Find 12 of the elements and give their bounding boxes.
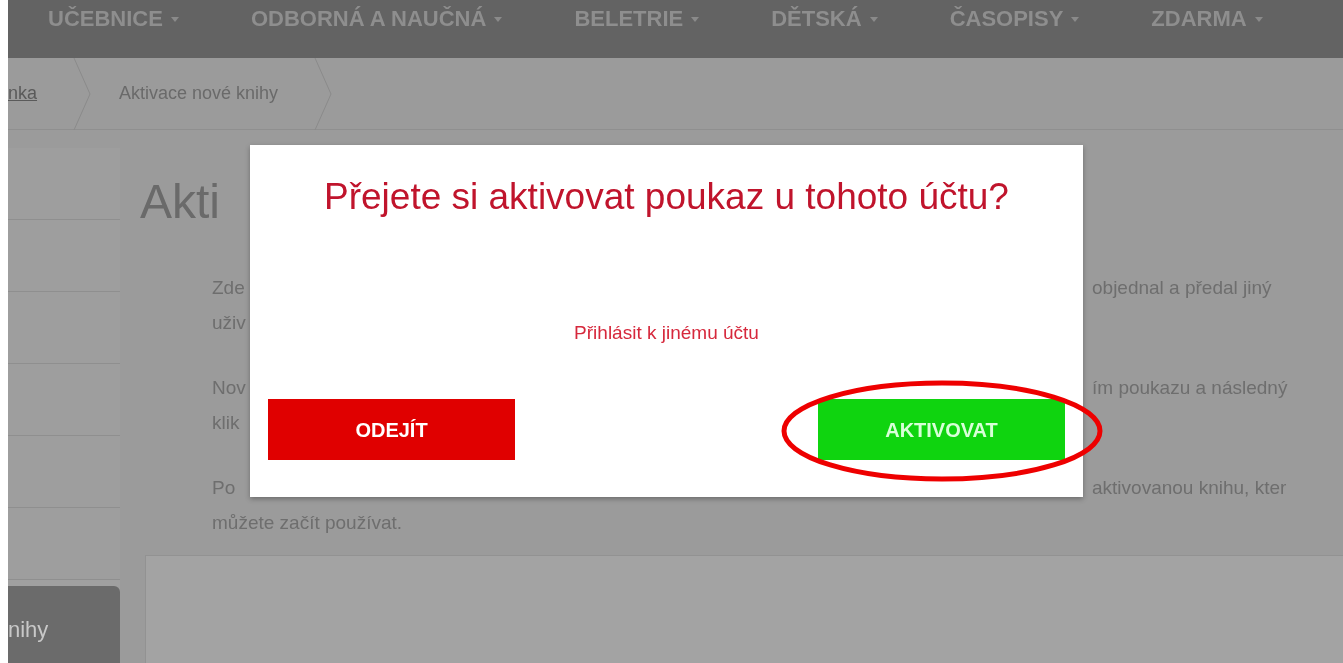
leave-button[interactable]: ODEJÍT [268,399,515,460]
caret-icon [494,17,503,22]
sidebar-item[interactable]: nihy [8,586,120,663]
activate-button[interactable]: AKTIVOVAT [818,399,1065,460]
switch-account-link[interactable]: Přihlásit k jinému účtu [574,318,759,347]
caret-icon [691,17,700,22]
caret-icon [869,17,878,22]
caret-icon [1071,17,1080,22]
modal-title: Přejete si aktivovat poukaz u tohoto účtu? [323,175,1010,219]
caret-icon [1254,17,1263,22]
caret-icon [170,17,179,22]
breadcrumb-link[interactable]: nka [8,80,74,107]
